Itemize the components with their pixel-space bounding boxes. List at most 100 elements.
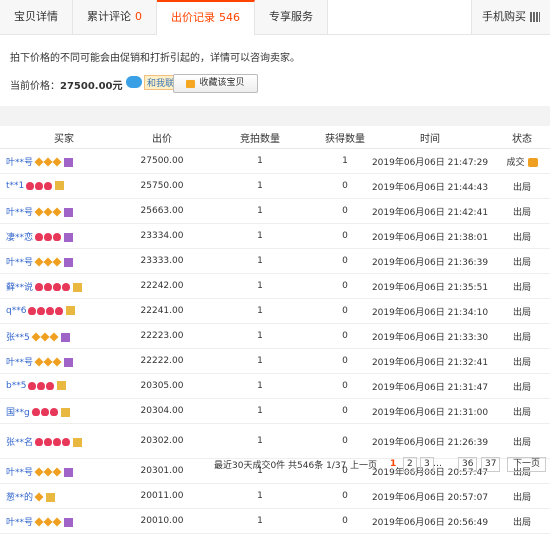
page-link-current[interactable]: 1 — [387, 458, 399, 471]
bid-quantity-cell: 1 — [196, 173, 324, 199]
heart-rank-icon — [49, 408, 58, 416]
tab-exclusive-service[interactable]: 专享服务 — [255, 0, 328, 34]
tab-bar: 宝贝详情 累计评论 0 出价记录 546 专享服务 手机购买 — [0, 0, 550, 36]
diamond-rank-icon — [40, 332, 50, 342]
status-cell: 出局 — [494, 248, 550, 274]
tab-reviews[interactable]: 累计评论 0 — [73, 0, 157, 34]
status-cell: 出局 — [494, 398, 550, 424]
status-label: 出局 — [512, 517, 531, 528]
page-link[interactable]: 2 — [403, 456, 417, 472]
page-link[interactable]: 3 — [420, 456, 434, 472]
bid-quantity-cell: 1 — [196, 423, 324, 459]
status-cell: 出局 — [494, 323, 550, 349]
vip-badge-icon — [73, 437, 83, 447]
buyer-cell: q**6 — [0, 298, 128, 324]
vip-badge-icon — [64, 207, 74, 217]
price-tip: 拍下价格的不同可能会由促销和打折引起的，详情可以咨询卖家。 — [10, 53, 300, 64]
bid-quantity-cell: 1 — [196, 298, 324, 324]
time-cell: 2019年06月06日 21:26:39 — [366, 423, 494, 459]
price-value: 27500.00元 — [60, 81, 123, 92]
header-time: 时间 — [366, 126, 494, 149]
vip-badge-icon — [64, 357, 74, 367]
header-status: 状态 — [494, 126, 550, 149]
table-header: 买家 出价 竞拍数量 获得数量 时间 状态 — [0, 126, 550, 149]
time-cell: 2019年06月06日 21:44:43 — [366, 173, 494, 199]
status-cell: 出局 — [494, 483, 550, 509]
favorite-icon — [186, 79, 196, 88]
won-quantity-cell: 0 — [324, 273, 366, 299]
buyer-name-link[interactable]: 叶**号 — [6, 518, 33, 528]
time-cell: 2019年06月06日 21:47:29 — [366, 148, 494, 174]
heart-rank-icon — [62, 283, 71, 291]
vip-badge-icon — [73, 282, 83, 292]
tab-label: 累计评论 — [87, 10, 131, 23]
buyer-name-link[interactable]: b**5 — [6, 381, 26, 391]
heart-rank-icon — [46, 306, 55, 315]
heart-rank-icon — [37, 381, 46, 390]
bid-cell: 20011.00 — [128, 483, 196, 509]
bid-cell: 22223.00 — [128, 323, 196, 349]
pagination: 最近30天成交0件 共546条 1/37 上一页 1 2 3 … 36 37 下… — [0, 456, 550, 472]
buyer-cell: 叶**号 — [0, 348, 128, 374]
tab-label: 宝贝详情 — [14, 10, 58, 23]
table-row: 叶**号 20010.00 1 0 2019年06月06日 20:56:49 出局 — [0, 508, 550, 534]
vip-badge-icon — [60, 407, 70, 417]
time-cell: 2019年06月06日 21:33:30 — [366, 323, 494, 349]
status-label: 出局 — [512, 207, 531, 218]
vip-badge-icon — [64, 257, 74, 267]
won-quantity-cell: 0 — [324, 508, 366, 534]
table-row: q**6 22241.00 1 0 2019年06月06日 21:34:10 出局 — [0, 298, 550, 324]
status-label: 出局 — [512, 232, 531, 243]
bid-quantity-cell: 1 — [196, 273, 324, 299]
bid-quantity-cell: 1 — [196, 373, 324, 399]
buyer-name-link[interactable]: 叶**号 — [6, 258, 33, 268]
buyer-name-link[interactable]: 叶**号 — [6, 208, 33, 218]
buyer-name-link[interactable]: 国**g — [6, 408, 30, 418]
buyer-name-link[interactable]: 葱**的 — [6, 493, 33, 503]
buyer-name-link[interactable]: 张**名 — [6, 438, 33, 448]
buyer-name-link[interactable]: 藓**说 — [6, 283, 33, 293]
buyer-name-link[interactable]: 叶**号 — [6, 358, 33, 368]
status-label: 出局 — [512, 332, 531, 343]
status-cell: 出局 — [494, 198, 550, 224]
table-row: 叶**号 27500.00 1 1 2019年06月06日 21:47:29 成交 — [0, 148, 550, 174]
time-cell: 2019年06月06日 20:56:49 — [366, 508, 494, 534]
status-label: 出局 — [512, 382, 531, 393]
won-quantity-cell: 0 — [324, 198, 366, 224]
time-cell: 2019年06月06日 21:35:51 — [366, 273, 494, 299]
won-quantity-cell: 0 — [324, 348, 366, 374]
buyer-cell: 凄**恋 — [0, 223, 128, 249]
table-row: 凄**恋 23334.00 1 0 2019年06月06日 21:38:01 出局 — [0, 223, 550, 249]
tab-details[interactable]: 宝贝详情 — [0, 0, 73, 34]
vip-badge-icon — [57, 381, 67, 390]
page-link[interactable]: 37 — [481, 456, 501, 472]
mobile-buy-tab[interactable]: 手机购买 — [471, 0, 550, 34]
buyer-name-link[interactable]: 凄**恋 — [6, 233, 33, 243]
pager-summary: 最近30天成交0件 共546条 1/37 — [214, 460, 347, 471]
buyer-name-link[interactable]: 张**5 — [6, 333, 30, 343]
time-cell: 2019年06月06日 21:31:00 — [366, 398, 494, 424]
buyer-name-link[interactable]: t**1 — [6, 181, 24, 191]
bid-cell: 20305.00 — [128, 373, 196, 399]
diamond-rank-icon — [34, 357, 44, 367]
bid-cell: 22222.00 — [128, 348, 196, 374]
buyer-name-link[interactable]: 叶**号 — [6, 158, 33, 168]
page-link[interactable]: 36 — [458, 456, 478, 472]
favorite-button[interactable]: 收藏该宝贝 — [173, 74, 258, 93]
status-cell: 出局 — [494, 373, 550, 399]
heart-rank-icon — [44, 283, 53, 291]
tab-bid-records[interactable]: 出价记录 546 — [157, 0, 255, 36]
won-quantity-cell: 1 — [324, 148, 366, 174]
won-quantity-cell: 0 — [324, 483, 366, 509]
bid-cell: 20304.00 — [128, 398, 196, 424]
vip-badge-icon — [55, 181, 65, 190]
buyer-name-link[interactable]: q**6 — [6, 306, 26, 316]
section-divider — [0, 106, 550, 126]
next-page-button[interactable]: 下一页 — [506, 456, 546, 472]
prev-page-link[interactable]: 上一页 — [350, 458, 377, 471]
bid-cell: 27500.00 — [128, 148, 196, 174]
heart-rank-icon — [37, 306, 46, 315]
time-cell: 2019年06月06日 21:36:39 — [366, 248, 494, 274]
buyer-cell: 葱**的 — [0, 483, 128, 509]
vip-badge-icon — [64, 157, 74, 167]
